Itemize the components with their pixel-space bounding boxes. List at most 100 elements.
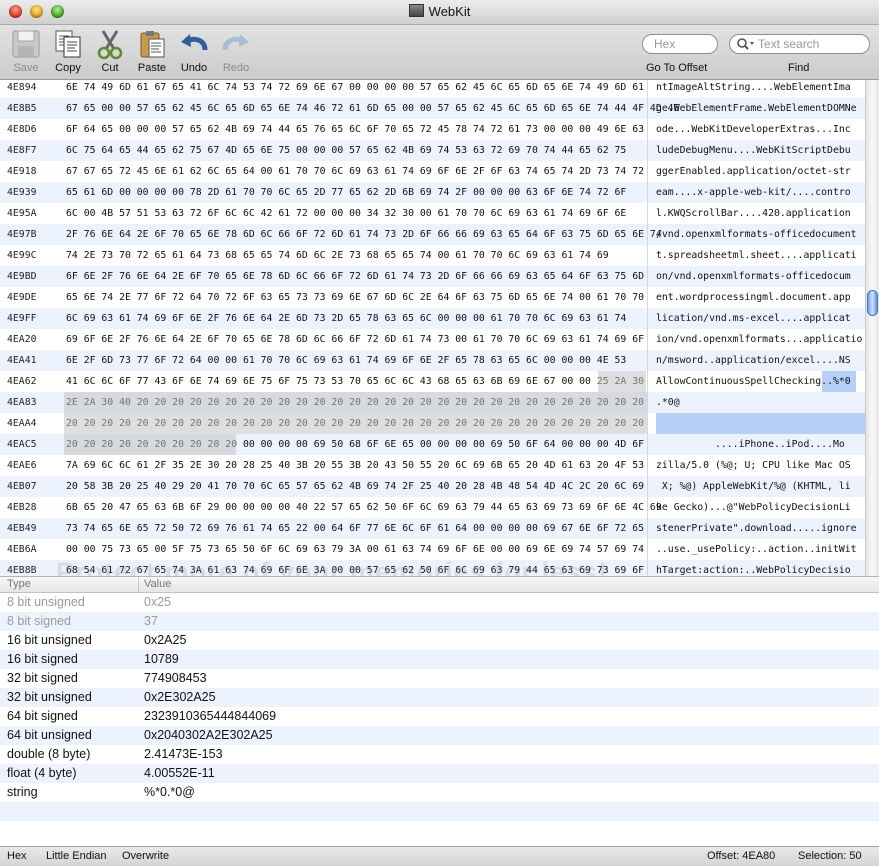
inspector-value[interactable]: 0x2A25 <box>144 631 186 650</box>
hex-editor-view[interactable]: 4E894 6E 74 49 6D 61 67 65 41 6C 74 53 74… <box>0 80 879 576</box>
hex-row-bytes[interactable]: 6C 00 4B 57 51 53 63 72 6F 6C 6C 42 61 7… <box>66 203 626 224</box>
inspector-row[interactable]: 16 bit unsigned 0x2A25 <box>0 631 879 650</box>
hex-row-ascii[interactable]: ion/vnd.openxmlformats...applicatio <box>656 329 862 350</box>
hex-row-bytes[interactable]: 20 58 3B 20 25 40 29 20 41 70 70 6C 65 5… <box>66 476 644 497</box>
hex-row[interactable]: 4EA41 6E 2F 6D 73 77 6F 72 64 00 00 61 70… <box>0 350 865 371</box>
hex-row-ascii[interactable]: ent.wordprocessingml.document.app <box>656 287 851 308</box>
hex-row-ascii[interactable]: ....iPhone..iPod....Mo <box>656 434 845 455</box>
hex-row-bytes[interactable]: 73 74 65 6E 65 72 50 72 69 76 61 74 65 2… <box>66 518 644 539</box>
hex-row[interactable]: 4E939 65 61 6D 00 00 00 00 78 2D 61 70 70… <box>0 182 865 203</box>
hex-row[interactable]: 4EA20 69 6F 6E 2F 76 6E 64 2E 6F 70 65 6E… <box>0 329 865 350</box>
hex-row-ascii[interactable]: ke Gecko)...@"WebPolicyDecisionLi <box>656 497 851 518</box>
inspector-value[interactable]: %*0.*0@ <box>144 783 195 802</box>
hex-row-bytes[interactable]: 67 65 00 00 57 65 62 45 6C 65 6D 65 6E 7… <box>66 98 679 119</box>
hex-row-ascii[interactable]: lication/vnd.ms-excel....applicat <box>656 308 851 329</box>
hex-row-ascii[interactable]: X; %@) AppleWebKit/%@ (KHTML, li <box>656 476 851 497</box>
hex-row-ascii[interactable]: /vnd.openxmlformats-officedocument <box>656 224 857 245</box>
hex-row[interactable]: 4EB49 73 74 65 6E 65 72 50 72 69 76 61 74… <box>0 518 865 539</box>
hex-row-bytes[interactable]: 74 2E 73 70 72 65 61 64 73 68 65 65 74 6… <box>66 245 609 266</box>
save-button[interactable]: Save <box>4 28 48 74</box>
inspector-row[interactable]: double (8 byte) 2.41473E-153 <box>0 745 879 764</box>
hex-row[interactable]: 4E894 6E 74 49 6D 61 67 65 41 6C 74 53 74… <box>0 80 865 98</box>
inspector-value[interactable]: 2323910365444844069 <box>144 707 276 726</box>
hex-row[interactable]: 4E8F7 6C 75 64 65 44 65 62 75 67 4D 65 6E… <box>0 140 865 161</box>
hex-row-bytes[interactable]: 6B 65 20 47 65 63 6B 6F 29 00 00 00 00 4… <box>66 497 662 518</box>
hex-row[interactable]: 4E95A 6C 00 4B 57 51 53 63 72 6F 6C 6C 42… <box>0 203 865 224</box>
inspector-value[interactable]: 0x25 <box>144 593 171 612</box>
hex-row-bytes[interactable]: 6F 64 65 00 00 00 57 65 62 4B 69 74 44 6… <box>66 119 644 140</box>
hex-row-bytes[interactable]: 67 67 65 72 45 6E 61 62 6C 65 64 00 61 7… <box>66 161 644 182</box>
hex-row-bytes[interactable]: 6E 74 49 6D 61 67 65 41 6C 74 53 74 72 6… <box>66 80 644 98</box>
value-column-header[interactable]: Value <box>144 578 171 590</box>
hex-row-ascii[interactable]: ludeDebugMenu....WebKitScriptDebu <box>656 140 851 161</box>
hex-row-ascii[interactable]: ggerEnabled.application/octet-str <box>656 161 851 182</box>
inspector-row[interactable]: 8 bit signed 37 <box>0 612 879 631</box>
hex-row-ascii[interactable]: zilla/5.0 (%@; U; CPU like Mac OS <box>656 455 851 476</box>
hex-row-ascii[interactable]: eam....x-apple-web-kit/....contro <box>656 182 851 203</box>
hex-row[interactable]: 4E8B5 67 65 00 00 57 65 62 45 6C 65 6D 65… <box>0 98 865 119</box>
vertical-scrollbar[interactable] <box>865 80 879 576</box>
hex-row-bytes[interactable]: 65 61 6D 00 00 00 00 78 2D 61 70 70 6C 6… <box>66 182 626 203</box>
hex-row[interactable]: 4E918 67 67 65 72 45 6E 61 62 6C 65 64 00… <box>0 161 865 182</box>
redo-button[interactable]: Redo <box>214 28 258 74</box>
hex-row-bytes[interactable]: 6E 2F 6D 73 77 6F 72 64 00 00 61 70 70 6… <box>66 350 626 371</box>
hex-row-ascii[interactable]: l.KWQScrollBar....420.application <box>656 203 851 224</box>
hex-row[interactable]: 4E8D6 6F 64 65 00 00 00 57 65 62 4B 69 74… <box>0 119 865 140</box>
hex-row[interactable]: 4E9DE 65 6E 74 2E 77 6F 72 64 70 72 6F 63… <box>0 287 865 308</box>
hex-row[interactable]: 4E9BD 6F 6E 2F 76 6E 64 2E 6F 70 65 6E 78… <box>0 266 865 287</box>
hex-row[interactable]: 4EAE6 7A 69 6C 6C 61 2F 35 2E 30 20 28 25… <box>0 455 865 476</box>
hex-row-ascii[interactable]: stenerPrivate".download.....ignore <box>656 518 857 539</box>
inspector-value[interactable]: 774908453 <box>144 669 207 688</box>
hex-row-bytes[interactable]: 6C 75 64 65 44 65 62 75 67 4D 65 6E 75 0… <box>66 140 626 161</box>
hex-row-ascii[interactable]: ntImageAltString....WebElementIma <box>656 80 851 98</box>
inspector-value[interactable]: 2.41473E-153 <box>144 745 223 764</box>
hex-row-bytes[interactable]: 2F 76 6E 64 2E 6F 70 65 6E 78 6D 6C 66 6… <box>66 224 662 245</box>
inspector-value[interactable]: 0x2040302A2E302A25 <box>144 726 273 745</box>
paste-button[interactable]: Paste <box>130 28 174 74</box>
hex-row[interactable]: 4E99C 74 2E 73 70 72 65 61 64 73 68 65 65… <box>0 245 865 266</box>
hex-row-bytes[interactable]: 6F 6E 2F 76 6E 64 2E 6F 70 65 6E 78 6D 6… <box>66 266 644 287</box>
status-endian[interactable]: Little Endian <box>46 847 107 865</box>
inspector-row[interactable]: 16 bit signed 10789 <box>0 650 879 669</box>
hex-row[interactable]: 4EB28 6B 65 20 47 65 63 6B 6F 29 00 00 00… <box>0 497 865 518</box>
status-mode[interactable]: Hex <box>7 847 27 865</box>
text-search-input[interactable]: Text search <box>729 34 870 54</box>
inspector-value[interactable]: 37 <box>144 612 158 631</box>
inspector-value[interactable]: 4.00552E-11 <box>144 764 215 783</box>
copy-button[interactable]: Copy <box>46 28 90 74</box>
hex-row[interactable]: 4EA62 41 6C 6C 6F 77 43 6F 6E 74 69 6E 75… <box>0 371 865 392</box>
status-overwrite[interactable]: Overwrite <box>122 847 169 865</box>
hex-row-bytes[interactable]: 65 6E 74 2E 77 6F 72 64 70 72 6F 63 65 7… <box>66 287 644 308</box>
inspector-row[interactable]: float (4 byte) 4.00552E-11 <box>0 764 879 783</box>
undo-button[interactable]: Undo <box>172 28 216 74</box>
inspector-row[interactable]: 64 bit signed 2323910365444844069 <box>0 707 879 726</box>
hex-row-bytes[interactable]: 7A 69 6C 6C 61 2F 35 2E 30 20 28 25 40 3… <box>66 455 644 476</box>
goto-offset-input[interactable]: Hex <box>642 34 718 54</box>
hex-row-bytes[interactable]: 41 6C 6C 6F 77 43 6F 6E 74 69 6E 75 6F 7… <box>66 371 644 392</box>
hex-row-ascii[interactable]: ge.WebElementFrame.WebElementDOMNe <box>656 98 857 119</box>
hex-row-ascii[interactable]: ode...WebKitDeveloperExtras...Inc <box>656 119 851 140</box>
inspector-row[interactable]: 32 bit unsigned 0x2E302A25 <box>0 688 879 707</box>
inspector-row[interactable]: 64 bit unsigned 0x2040302A2E302A25 <box>0 726 879 745</box>
inspector-value[interactable]: 10789 <box>144 650 179 669</box>
type-column-header[interactable]: Type <box>7 578 31 590</box>
inspector-row[interactable]: 32 bit signed 774908453 <box>0 669 879 688</box>
hex-row-ascii[interactable]: hTarget:action:..WebPolicyDecisio <box>656 560 851 576</box>
hex-row-bytes[interactable]: 69 6F 6E 2F 76 6E 64 2E 6F 70 65 6E 78 6… <box>66 329 644 350</box>
hex-row-ascii[interactable]: on/vnd.openxmlformats-officedocum <box>656 266 851 287</box>
hex-row[interactable]: 4E97B 2F 76 6E 64 2E 6F 70 65 6E 78 6D 6C… <box>0 224 865 245</box>
hex-row-ascii[interactable]: ..use._usePolicy:..action..initWit <box>656 539 857 560</box>
inspector-type: 16 bit signed <box>7 652 78 666</box>
inspector-row[interactable]: string %*0.*0@ <box>0 783 879 802</box>
hex-row[interactable]: 4EB07 20 58 3B 20 25 40 29 20 41 70 70 6C… <box>0 476 865 497</box>
cut-button[interactable]: Cut <box>88 28 132 74</box>
hex-row-ascii[interactable]: t.spreadsheetml.sheet....applicati <box>656 245 857 266</box>
hex-row-ascii[interactable]: n/msword..application/excel....NS <box>656 350 851 371</box>
inspector-value[interactable]: 0x2E302A25 <box>144 688 216 707</box>
inspector-row[interactable]: 8 bit unsigned 0x25 <box>0 593 879 612</box>
hex-row-bytes[interactable]: 6C 69 63 61 74 69 6F 6E 2F 76 6E 64 2E 6… <box>66 308 626 329</box>
hex-row-ascii[interactable]: AllowContinuousSpellChecking..%*0 <box>656 371 851 392</box>
scrollbar-thumb[interactable] <box>867 290 878 316</box>
hex-row-ascii[interactable]: .*0@ <box>656 392 680 413</box>
hex-row[interactable]: 4E9FF 6C 69 63 61 74 69 6F 6E 2F 76 6E 64… <box>0 308 865 329</box>
